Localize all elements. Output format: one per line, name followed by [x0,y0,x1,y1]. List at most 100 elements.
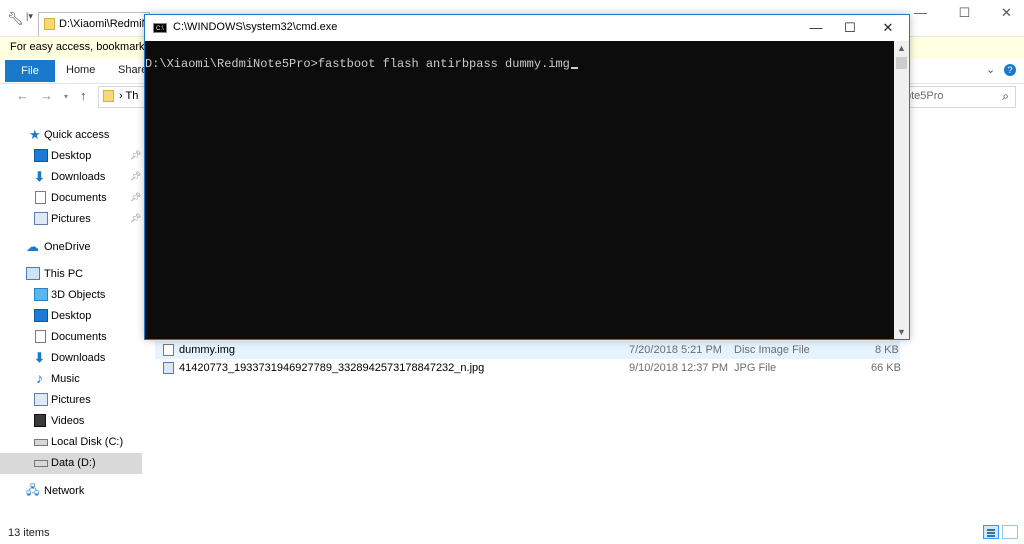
file-date: 9/10/2018 12:37 PM [629,362,729,374]
nav-quick-documents[interactable]: Documents 📌︎ [0,188,142,209]
explorer-title-text: D:\Xiaomi\RedmiN [59,18,150,30]
desktop-icon [34,149,48,162]
nav-onedrive[interactable]: ☁︎ OneDrive [0,237,142,258]
documents-icon [35,330,46,343]
network-icon: 🖧︎ [26,483,40,497]
nav-this-pc[interactable]: This PC [0,264,142,285]
nav-label: Local Disk (C:) [51,436,124,448]
tab-home[interactable]: Home [66,64,95,76]
search-icon[interactable]: ⌕ [1002,89,1009,104]
nav-quick-access[interactable]: ★ Quick access [0,125,142,146]
pin-icon: 📌︎ [130,192,142,202]
image-file-icon [163,362,174,374]
infobar-text: For easy access, bookmarks c [10,41,159,53]
nav-label: Downloads [51,171,106,183]
file-size: 8 KB [875,344,899,356]
drive-icon [34,460,48,467]
details-view-icon[interactable] [983,525,999,539]
nav-pc-documents[interactable]: Documents [0,327,142,348]
nav-label: Desktop [51,150,92,162]
desktop-icon [34,309,48,322]
folder-icon [103,90,114,102]
scrollbar-thumb[interactable] [896,57,907,69]
cmd-window[interactable]: C:\ C:\WINDOWS\system32\cmd.exe — ☐ ✕ D:… [144,14,910,340]
nav-pc-3d-objects[interactable]: 3D Objects [0,285,142,306]
documents-icon [35,191,46,204]
disc-image-file-icon [163,344,174,356]
computer-icon [26,267,40,280]
pin-icon: 📌︎ [130,213,142,223]
scroll-up-arrow-icon[interactable]: ▲ [897,43,906,53]
folder-icon [44,18,55,30]
nav-label: Quick access [44,129,110,141]
tab-file[interactable]: File [5,60,55,82]
console-line: D:\Xiaomi\RedmiNote5Pro>fastboot flash a… [145,57,578,71]
nav-label: 3D Objects [51,289,106,301]
up-arrow-icon[interactable]: ↑ [80,88,87,103]
maximize-button[interactable]: ☐ [942,0,987,26]
star-icon: ★ [29,127,41,142]
file-row[interactable]: dummy.img 7/20/2018 5:21 PM Disc Image F… [155,341,900,359]
file-type: Disc Image File [734,344,810,356]
back-arrow-icon[interactable]: ← [16,88,29,103]
nav-quick-pictures[interactable]: Pictures 📌︎ [0,209,142,230]
scroll-down-arrow-icon[interactable]: ▼ [897,327,906,337]
properties-wrench-icon[interactable]: 🔧︎ [7,11,24,27]
nav-label: Data (D:) [51,457,96,469]
status-item-count: 13 items [8,527,50,539]
explorer-title-tab[interactable]: D:\Xiaomi\RedmiN [38,12,150,37]
console-area[interactable]: D:\Xiaomi\RedmiNote5Pro>fastboot flash a… [145,41,894,339]
search-placeholder: ote5Pro [905,90,944,102]
pin-icon: 📌︎ [130,150,142,160]
film-icon [34,414,46,427]
file-type: JPG File [734,362,777,374]
nav-label: Videos [51,415,85,427]
recent-locations-chevron-icon[interactable]: ▾ [64,92,68,101]
address-input[interactable]: › Th [98,86,150,108]
file-row[interactable]: 41420773_1933731946927789_33289425731788… [155,359,901,377]
nav-network[interactable]: 🖧︎ Network [0,481,142,502]
download-arrow-icon: ⬇︎ [34,169,45,184]
address-path-text: › Th [119,90,139,102]
console-prompt: D:\Xiaomi\RedmiNote5Pro> [145,57,318,71]
nav-pc-videos[interactable]: Videos [0,411,142,432]
close-button[interactable]: ✕ [984,0,1024,26]
cmd-scrollbar[interactable]: ▲ ▼ [894,41,909,339]
nav-label: Documents [51,192,107,204]
cmd-minimize-button[interactable]: — [799,15,833,41]
nav-quick-downloads[interactable]: ⬇︎ Downloads 📌︎ [0,167,142,188]
nav-label: This PC [44,268,84,280]
file-name: dummy.img [179,344,236,356]
pictures-icon [34,393,48,406]
nav-pc-desktop[interactable]: Desktop [0,306,142,327]
nav-label: Network [44,485,85,497]
forward-arrow-icon[interactable]: → [40,88,53,103]
cmd-title-text: C:\WINDOWS\system32\cmd.exe [173,21,338,33]
cmd-app-icon: C:\ [153,23,167,33]
nav-pc-downloads[interactable]: ⬇︎ Downloads [0,348,142,369]
nav-label: Pictures [51,213,91,225]
pictures-icon [34,212,48,225]
pin-icon: 📌︎ [130,171,142,181]
console-command: fastboot flash antirbpass dummy.img [317,57,570,71]
drive-icon [34,439,48,446]
quick-access-toolbar-chevron-icon[interactable]: |▾ [26,11,33,22]
cmd-close-button[interactable]: ✕ [871,15,905,41]
nav-pc-music[interactable]: ♪ Music [0,369,142,390]
help-icon[interactable]: ? [1004,64,1016,76]
nav-pc-local-disk[interactable]: Local Disk (C:) [0,432,142,453]
large-icons-view-icon[interactable] [1002,525,1018,539]
expand-ribbon-chevron-icon[interactable]: ⌄ [986,63,995,76]
nav-pc-data-drive[interactable]: Data (D:) [0,453,142,474]
nav-label: Documents [51,331,107,343]
search-input[interactable]: ote5Pro ⌕ [900,86,1016,108]
nav-quick-desktop[interactable]: Desktop 📌︎ [0,146,142,167]
cmd-titlebar[interactable]: C:\ C:\WINDOWS\system32\cmd.exe — ☐ ✕ [145,15,909,41]
text-cursor [570,67,578,69]
nav-pc-pictures[interactable]: Pictures [0,390,142,411]
download-arrow-icon: ⬇︎ [34,350,45,365]
music-note-icon: ♪ [36,370,43,386]
tab-share[interactable]: Share [118,64,147,76]
nav-label: Music [51,373,80,385]
cmd-maximize-button[interactable]: ☐ [833,15,867,41]
